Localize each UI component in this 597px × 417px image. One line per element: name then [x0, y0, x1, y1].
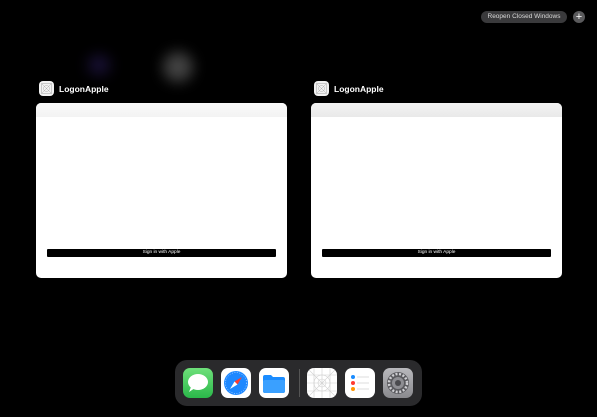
window-top-bar: [36, 103, 287, 117]
background-blur-blob: [163, 52, 193, 82]
dock: [175, 360, 422, 406]
window-header: LogonApple: [314, 81, 384, 96]
background-blur-blob: [86, 54, 112, 76]
window-header: LogonApple: [39, 81, 109, 96]
messages-icon[interactable]: [183, 368, 213, 398]
app-grid-icon: [39, 81, 54, 96]
app-name-label: LogonApple: [59, 83, 109, 94]
dock-separator: [299, 369, 300, 397]
settings-icon[interactable]: [383, 368, 413, 398]
files-icon[interactable]: [259, 368, 289, 398]
sign-in-with-apple-button[interactable]: Sign in with Apple: [47, 249, 276, 257]
app-grid-icon: [314, 81, 329, 96]
reopen-closed-windows-button[interactable]: Reopen Closed Windows: [481, 11, 567, 23]
reminders-icon[interactable]: [345, 368, 375, 398]
app-window-thumbnail[interactable]: Sign in with Apple: [311, 103, 562, 278]
safari-icon[interactable]: [221, 368, 251, 398]
sign-in-with-apple-button[interactable]: Sign in with Apple: [322, 249, 551, 257]
app-placeholder-icon[interactable]: [307, 368, 337, 398]
app-window-thumbnail[interactable]: Sign in with Apple: [36, 103, 287, 278]
app-name-label: LogonApple: [334, 83, 384, 94]
window-top-bar: [311, 103, 562, 117]
add-window-button[interactable]: +: [573, 11, 585, 23]
